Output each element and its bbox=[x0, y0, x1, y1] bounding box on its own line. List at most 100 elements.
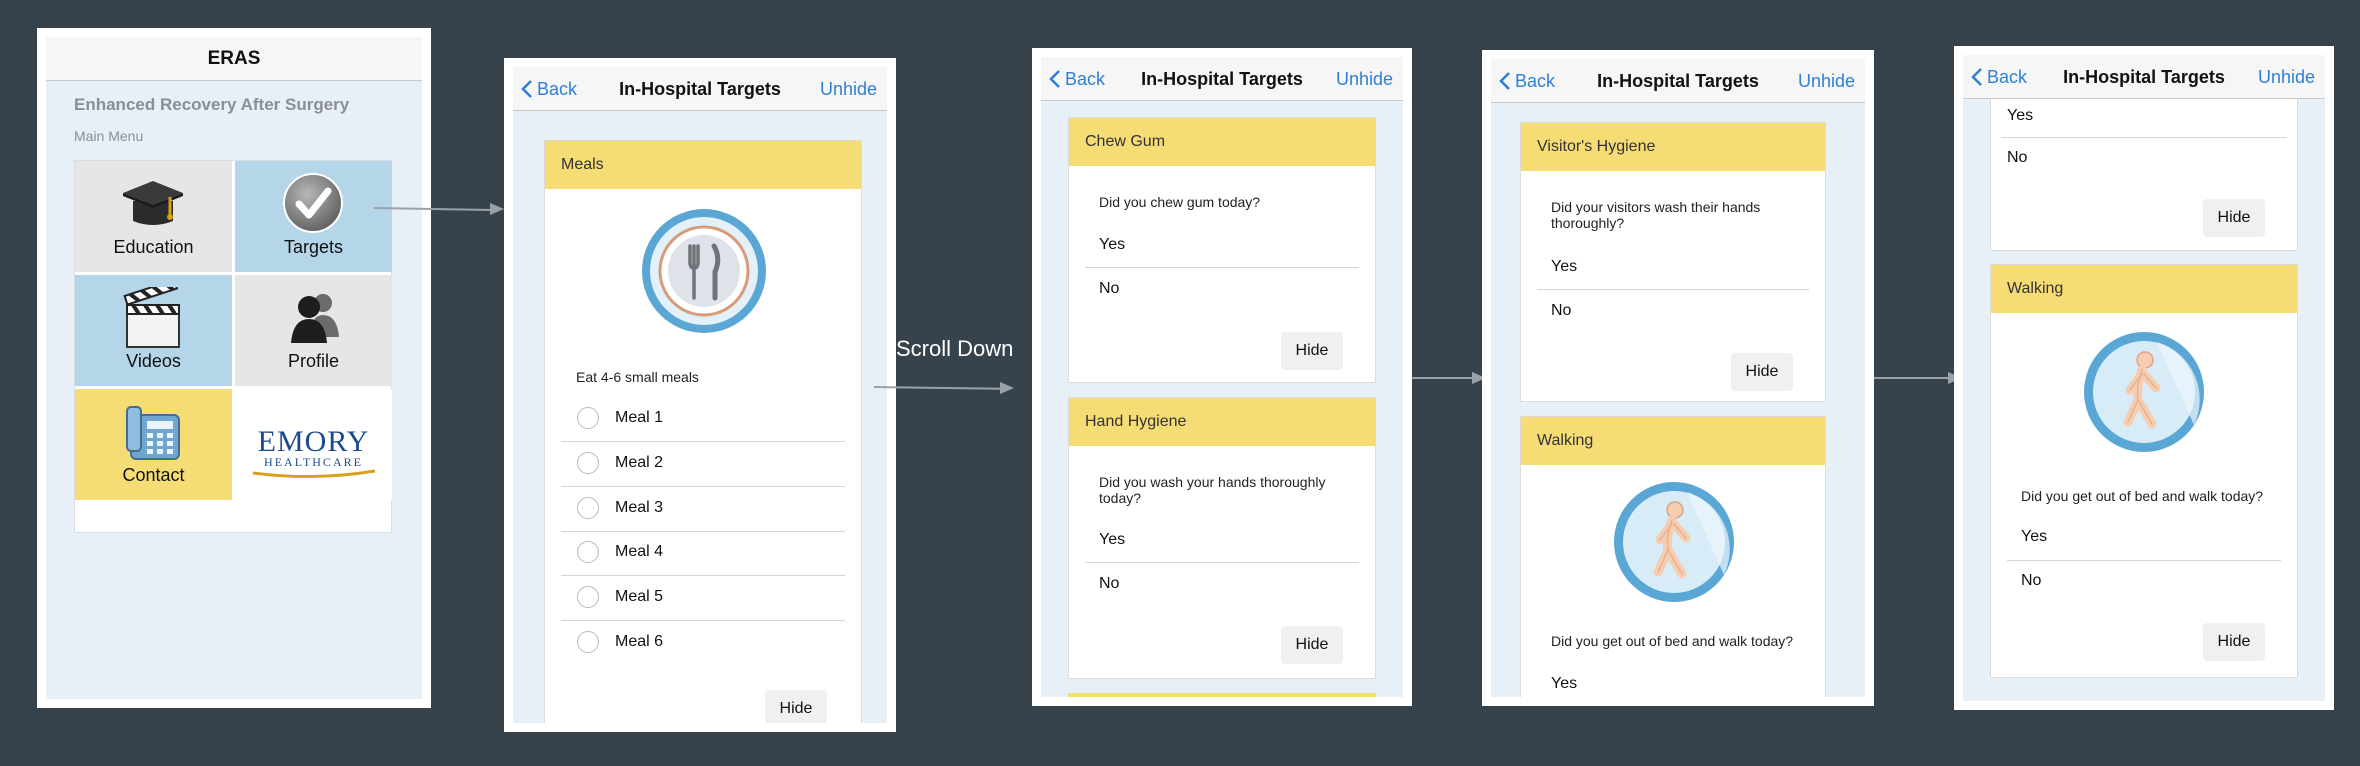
visitors-hygiene-card: Visitor's Hygiene Did your visitors wash… bbox=[1520, 122, 1826, 402]
meal-3-label: Meal 3 bbox=[615, 499, 664, 516]
phone-icon bbox=[126, 406, 180, 460]
flow-arrow-1-head bbox=[490, 203, 504, 215]
yes-option[interactable]: Yes bbox=[2021, 528, 2047, 546]
separator bbox=[1085, 267, 1359, 268]
separator bbox=[561, 531, 845, 532]
people-icon bbox=[291, 294, 339, 343]
meals-card: Meals Eat 4-6 small meals Meal 1 Meal 2 … bbox=[544, 140, 862, 723]
hand-hygiene-card: Hand Hygiene Did you wash your hands tho… bbox=[1068, 397, 1376, 679]
previous-card: Yes No Hide bbox=[1990, 99, 2298, 251]
hide-button[interactable]: Hide bbox=[2203, 199, 2265, 237]
meal-2-radio[interactable] bbox=[577, 452, 599, 474]
walking-question: Did you get out of bed and walk today? bbox=[1551, 633, 1794, 649]
yes-option[interactable]: Yes bbox=[1099, 531, 1125, 549]
education-label: Education bbox=[113, 237, 194, 257]
unhide-button[interactable]: Unhide bbox=[2258, 55, 2315, 99]
separator bbox=[561, 486, 845, 487]
unhide-button[interactable]: Unhide bbox=[1798, 59, 1855, 103]
meal-2-label: Meal 2 bbox=[615, 454, 664, 471]
logo-swoosh-icon bbox=[252, 469, 376, 479]
card-header: Walking bbox=[1991, 265, 2297, 313]
targets-tile[interactable]: Targets bbox=[235, 161, 392, 272]
plate-fork-knife-icon bbox=[642, 209, 766, 333]
walking-card: Walking Did you get out of bed and walk … bbox=[1990, 264, 2298, 678]
meal-1-radio[interactable] bbox=[577, 407, 599, 429]
nav-bar: Back In-Hospital Targets Unhide bbox=[513, 67, 887, 111]
separator bbox=[2001, 137, 2287, 138]
no-option[interactable]: No bbox=[1099, 575, 1119, 593]
separator bbox=[561, 441, 845, 442]
flow-arrow-2-head bbox=[1000, 382, 1014, 394]
next-card-peek bbox=[1068, 693, 1376, 697]
walking-person-icon bbox=[2084, 332, 2204, 452]
scroll-down-label: Scroll Down bbox=[896, 336, 1014, 361]
emory-healthcare-logo: EMORY HEALTHCARE bbox=[235, 389, 392, 500]
nav-bar: Back In-Hospital Targets Unhide bbox=[1041, 57, 1403, 101]
profile-label: Profile bbox=[287, 351, 340, 371]
hide-button[interactable]: Hide bbox=[1281, 332, 1343, 370]
separator bbox=[561, 620, 845, 621]
yes-option[interactable]: Yes bbox=[2007, 107, 2033, 125]
targets-screen-visitor: Back In-Hospital Targets Unhide Visitor'… bbox=[1482, 50, 1874, 706]
home-screen: ERAS Enhanced Recovery After Surgery Mai… bbox=[37, 28, 431, 708]
flow-arrow-4 bbox=[1874, 377, 1950, 379]
no-option[interactable]: No bbox=[2007, 149, 2027, 167]
separator bbox=[2007, 560, 2281, 561]
hide-button[interactable]: Hide bbox=[765, 690, 827, 723]
main-menu-grid: Education Targets Videos Profile Contact… bbox=[74, 160, 392, 533]
videos-tile[interactable]: Videos bbox=[75, 275, 232, 386]
separator bbox=[1537, 289, 1809, 290]
profile-tile[interactable]: Profile bbox=[235, 275, 392, 386]
flow-arrow-3 bbox=[1412, 377, 1474, 379]
meal-5-radio[interactable] bbox=[577, 586, 599, 608]
chew-gum-card: Chew Gum Did you chew gum today? Yes No … bbox=[1068, 117, 1376, 383]
card-header: Hand Hygiene bbox=[1069, 398, 1375, 446]
nav-bar: Back In-Hospital Targets Unhide bbox=[1491, 59, 1865, 103]
hide-button[interactable]: Hide bbox=[1731, 353, 1793, 391]
no-option[interactable]: No bbox=[1551, 302, 1571, 320]
walking-card: Walking Did you get out of bed and walk … bbox=[1520, 416, 1826, 697]
card-header: Chew Gum bbox=[1069, 118, 1375, 166]
unhide-button[interactable]: Unhide bbox=[820, 67, 877, 111]
nav-bar: Back In-Hospital Targets Unhide bbox=[1963, 55, 2325, 99]
meal-4-radio[interactable] bbox=[577, 541, 599, 563]
education-tile[interactable]: Education bbox=[75, 161, 232, 272]
yes-option[interactable]: Yes bbox=[1099, 236, 1125, 254]
walking-person-icon bbox=[1614, 482, 1734, 602]
contact-tile[interactable]: Contact bbox=[75, 389, 232, 500]
targets-screen-hygiene: Back In-Hospital Targets Unhide Chew Gum… bbox=[1032, 48, 1412, 706]
logo-emory-text: EMORY bbox=[257, 425, 370, 458]
no-option[interactable]: No bbox=[2021, 572, 2041, 590]
graduation-cap-icon bbox=[123, 181, 183, 225]
meals-instruction: Eat 4-6 small meals bbox=[576, 369, 699, 385]
unhide-button[interactable]: Unhide bbox=[1336, 57, 1393, 101]
meal-3-radio[interactable] bbox=[577, 497, 599, 519]
card-header: Walking bbox=[1521, 417, 1825, 465]
targets-screen-meals: Back In-Hospital Targets Unhide Meals Ea… bbox=[504, 58, 896, 732]
home-subtitle: Enhanced Recovery After Surgery bbox=[74, 95, 350, 114]
chew-gum-question: Did you chew gum today? bbox=[1099, 194, 1261, 210]
separator bbox=[561, 575, 845, 576]
yes-option[interactable]: Yes bbox=[1551, 675, 1577, 693]
meal-6-radio[interactable] bbox=[577, 631, 599, 653]
clapperboard-icon bbox=[123, 287, 180, 348]
meal-6-label: Meal 6 bbox=[615, 633, 664, 650]
hide-button[interactable]: Hide bbox=[2203, 623, 2265, 661]
targets-label: Targets bbox=[283, 237, 344, 257]
meal-4-label: Meal 4 bbox=[615, 543, 664, 560]
videos-label: Videos bbox=[126, 351, 181, 371]
main-menu-label: Main Menu bbox=[74, 128, 144, 144]
no-option[interactable]: No bbox=[1099, 280, 1119, 298]
walking-question: Did you get out of bed and walk today? bbox=[2021, 488, 2264, 504]
visitors-hygiene-question: Did your visitors wash their hands thoro… bbox=[1551, 199, 1761, 231]
contact-label: Contact bbox=[122, 465, 185, 485]
targets-screen-walking: Back In-Hospital Targets Unhide Yes No H… bbox=[1954, 46, 2334, 710]
separator bbox=[1085, 562, 1359, 563]
checkmark-icon bbox=[283, 173, 343, 233]
card-header: Meals bbox=[545, 141, 861, 189]
hide-button[interactable]: Hide bbox=[1281, 626, 1343, 664]
hand-hygiene-question: Did you wash your hands thoroughly today… bbox=[1099, 474, 1326, 506]
yes-option[interactable]: Yes bbox=[1551, 258, 1577, 276]
card-header: Visitor's Hygiene bbox=[1521, 123, 1825, 171]
meal-1-label: Meal 1 bbox=[615, 409, 664, 426]
